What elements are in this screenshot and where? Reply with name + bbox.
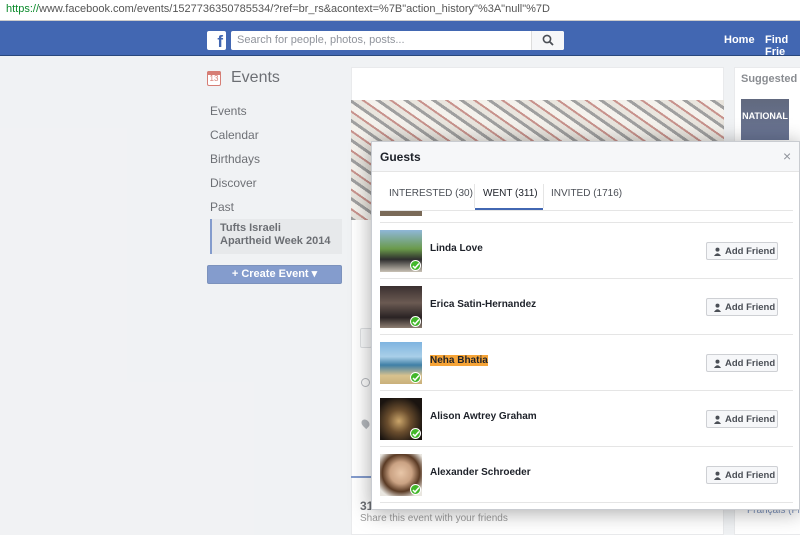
- add-friend-icon: [714, 247, 721, 256]
- partial-avatar: [380, 211, 422, 216]
- guest-name[interactable]: Alison Awtrey Graham: [430, 411, 537, 422]
- add-friend-label: Add Friend: [725, 414, 776, 425]
- add-friend-label: Add Friend: [725, 302, 776, 313]
- add-friend-button[interactable]: Add Friend: [706, 298, 778, 316]
- search-icon: [542, 34, 554, 46]
- list-item: Alexander Schroeder Add Friend: [380, 447, 793, 503]
- add-friend-label: Add Friend: [725, 470, 776, 481]
- avatar[interactable]: [380, 454, 422, 496]
- add-friend-label: Add Friend: [725, 246, 776, 257]
- avatar[interactable]: [380, 286, 422, 328]
- address-bar[interactable]: https://www.facebook.com/events/15277363…: [0, 0, 800, 21]
- search-button[interactable]: [531, 31, 564, 50]
- guest-name[interactable]: Linda Love: [430, 243, 483, 254]
- tab-interested[interactable]: INTERESTED (30): [389, 188, 473, 199]
- url-scheme: https://: [6, 3, 40, 15]
- list-item: Neha Bhatia Add Friend: [380, 335, 793, 391]
- avatar[interactable]: [380, 230, 422, 272]
- add-friend-icon: [714, 471, 721, 480]
- add-friend-button[interactable]: Add Friend: [706, 466, 778, 484]
- list-item: Erica Satin-Hernandez Add Friend: [380, 279, 793, 335]
- went-check-icon: [410, 260, 421, 271]
- guest-name[interactable]: Neha Bhatia: [430, 355, 488, 366]
- facebook-logo-icon[interactable]: f: [207, 31, 226, 50]
- add-friend-button[interactable]: Add Friend: [706, 354, 778, 372]
- nav-home-link[interactable]: Home: [724, 34, 755, 46]
- url-text: www.facebook.com/events/1527736350785534…: [39, 3, 550, 15]
- guest-name[interactable]: Erica Satin-Hernandez: [430, 299, 536, 310]
- close-icon[interactable]: ×: [783, 148, 791, 164]
- dialog-title: Guests: [380, 150, 421, 164]
- guest-tabs: INTERESTED (30) WENT (311) INVITED (1716…: [372, 180, 799, 211]
- went-check-icon: [410, 372, 421, 383]
- went-check-icon: [410, 428, 421, 439]
- tab-divider: [543, 184, 544, 208]
- add-friend-button[interactable]: Add Friend: [706, 410, 778, 428]
- list-item: Alison Awtrey Graham Add Friend: [380, 391, 793, 447]
- add-friend-icon: [714, 415, 721, 424]
- nav-find-friends-link[interactable]: Find Frie: [765, 34, 800, 58]
- tab-went[interactable]: WENT (311): [483, 188, 538, 199]
- avatar[interactable]: [380, 398, 422, 440]
- went-check-icon: [410, 316, 421, 327]
- facebook-top-bar: f Search for people, photos, posts... Ho…: [0, 21, 800, 58]
- dialog-header: Guests ×: [372, 142, 799, 172]
- list-item: Linda Love Add Friend: [380, 223, 793, 279]
- went-check-icon: [410, 484, 421, 495]
- guest-name[interactable]: Alexander Schroeder: [430, 467, 531, 478]
- add-friend-button[interactable]: Add Friend: [706, 242, 778, 260]
- add-friend-label: Add Friend: [725, 358, 776, 369]
- search-input[interactable]: Search for people, photos, posts...: [231, 31, 564, 50]
- tab-invited[interactable]: INVITED (1716): [551, 188, 622, 199]
- add-friend-icon: [714, 303, 721, 312]
- tab-divider: [474, 184, 475, 208]
- guest-list[interactable]: Linda Love Add Friend Erica Satin-Hernan…: [372, 211, 799, 509]
- avatar[interactable]: [380, 342, 422, 384]
- add-friend-icon: [714, 359, 721, 368]
- guests-dialog: Guests × INTERESTED (30) WENT (311) INVI…: [371, 141, 800, 510]
